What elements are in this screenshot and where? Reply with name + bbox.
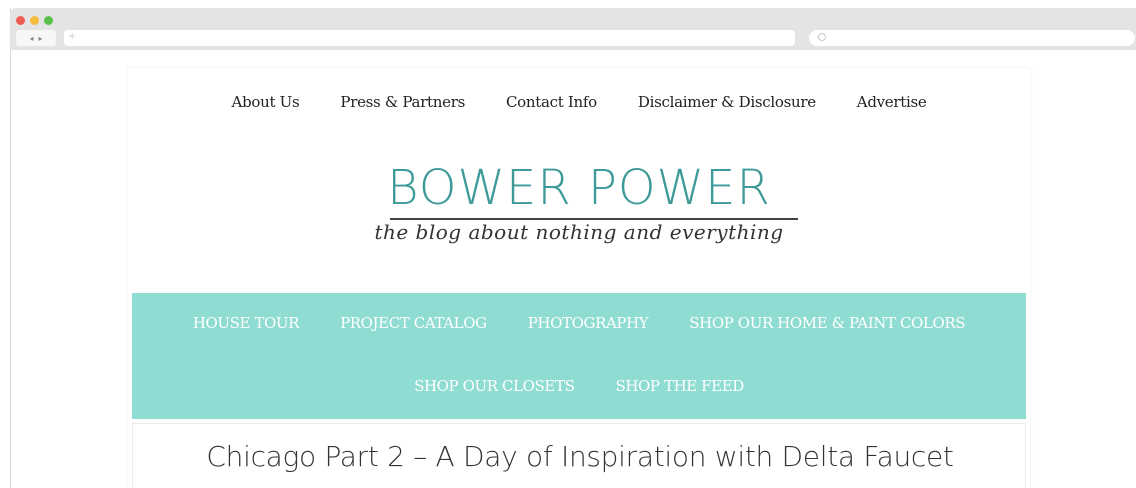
back-arrow-icon[interactable]: ◂: [29, 34, 33, 43]
site-logo[interactable]: BOWER POWER the blog about nothing and e…: [128, 160, 1030, 270]
main-navigation: HOUSE TOUR PROJECT CATALOG PHOTOGRAPHY S…: [132, 293, 1026, 419]
logo-title: BOWER POWER: [387, 160, 771, 216]
nav-link-press-partners[interactable]: Press & Partners: [340, 90, 465, 114]
main-nav-shop-feed[interactable]: SHOP THE FEED: [615, 376, 744, 396]
main-nav-house-tour[interactable]: HOUSE TOUR: [193, 313, 300, 333]
page-content: About Us Press & Partners Contact Info D…: [128, 68, 1030, 488]
search-icon: [818, 33, 826, 41]
add-icon: +: [68, 31, 77, 42]
main-nav-row: SHOP OUR CLOSETS SHOP THE FEED: [132, 376, 1026, 396]
main-nav-project-catalog[interactable]: PROJECT CATALOG: [340, 313, 487, 333]
nav-link-contact-info[interactable]: Contact Info: [506, 90, 597, 114]
browser-toolbar: ◂ ▸ +: [10, 8, 1136, 50]
close-window-icon[interactable]: [16, 16, 25, 25]
forward-arrow-icon[interactable]: ▸: [39, 34, 43, 43]
nav-link-advertise[interactable]: Advertise: [857, 90, 927, 114]
main-nav-photography[interactable]: PHOTOGRAPHY: [528, 313, 649, 333]
logo-tagline: the blog about nothing and everything: [374, 220, 784, 244]
nav-link-about-us[interactable]: About Us: [232, 90, 300, 114]
top-navigation: About Us Press & Partners Contact Info D…: [128, 90, 1030, 114]
main-nav-row: HOUSE TOUR PROJECT CATALOG PHOTOGRAPHY S…: [132, 313, 1026, 333]
browser-nav-buttons: ◂ ▸: [16, 30, 56, 46]
minimize-window-icon[interactable]: [30, 16, 39, 25]
maximize-window-icon[interactable]: [44, 16, 53, 25]
post-title[interactable]: Chicago Part 2 – A Day of Inspiration wi…: [133, 440, 1027, 473]
address-bar[interactable]: +: [64, 30, 795, 46]
post-card: Chicago Part 2 – A Day of Inspiration wi…: [132, 423, 1026, 488]
nav-link-disclaimer-disclosure[interactable]: Disclaimer & Disclosure: [638, 90, 816, 114]
browser-search-field[interactable]: [809, 30, 1135, 46]
main-nav-shop-home-paint[interactable]: SHOP OUR HOME & PAINT COLORS: [689, 313, 965, 333]
main-nav-shop-closets[interactable]: SHOP OUR CLOSETS: [414, 376, 575, 396]
